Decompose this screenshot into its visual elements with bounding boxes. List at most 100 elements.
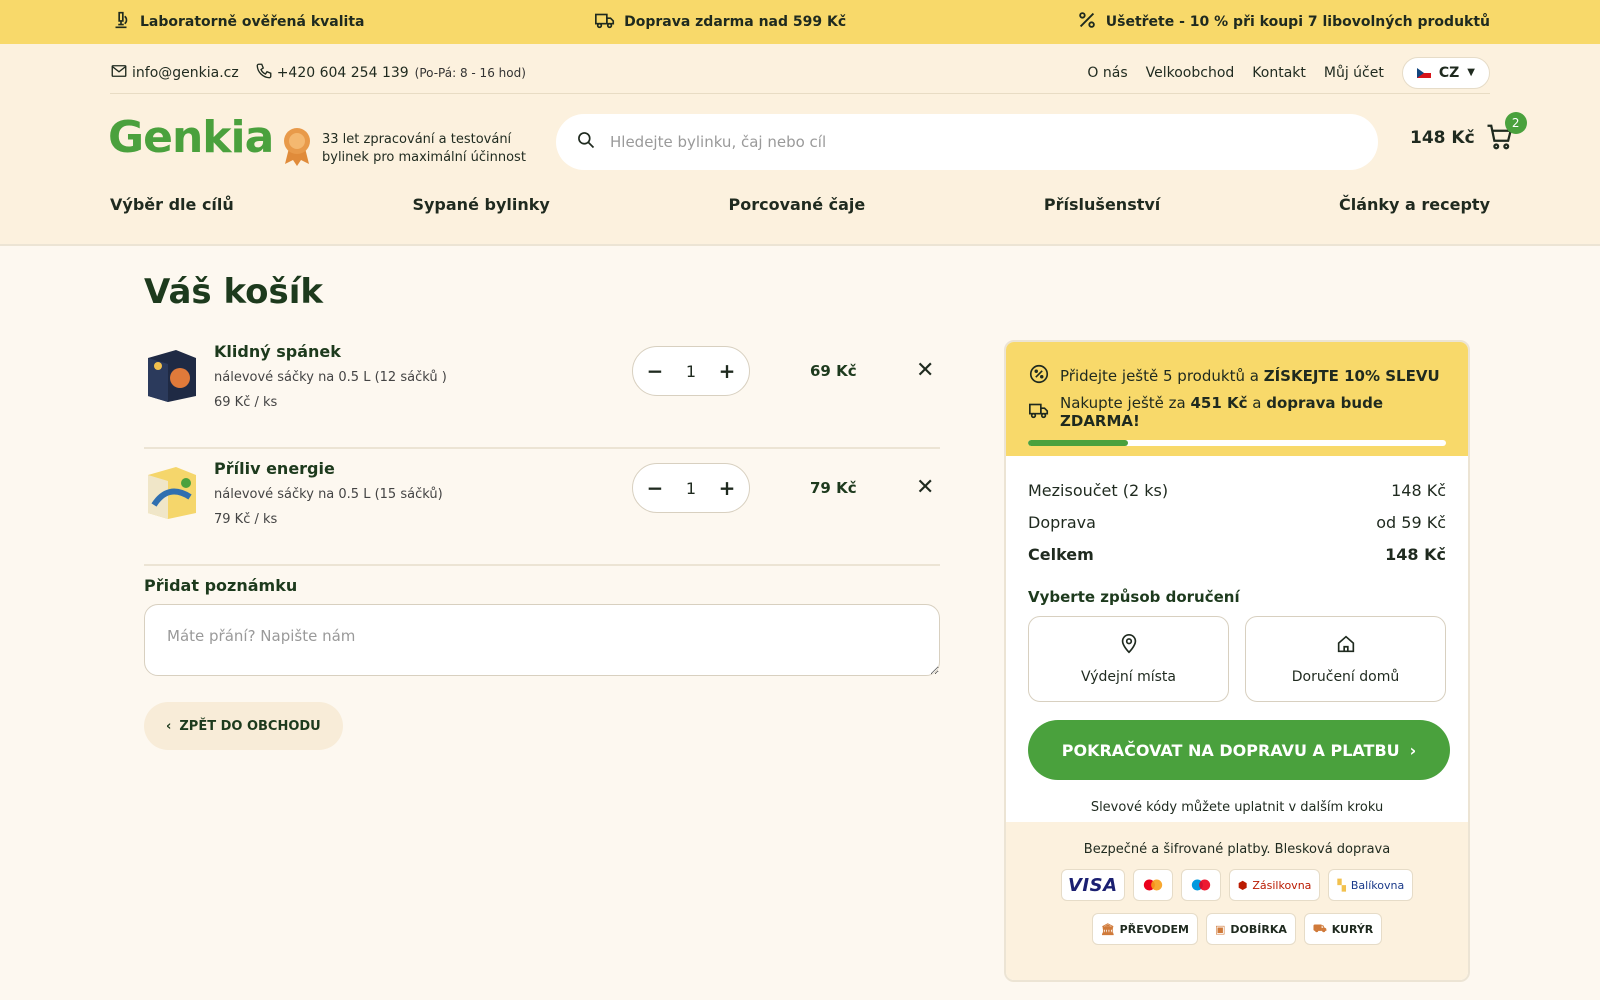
cart-icon: 2 xyxy=(1485,112,1527,154)
discount-badge-icon xyxy=(1028,363,1050,389)
microscope-icon xyxy=(110,9,132,35)
promo-quality-text: Laboratorně ověřená kvalita xyxy=(140,14,365,30)
total-label: Celkem xyxy=(1028,544,1094,564)
decrease-button[interactable]: − xyxy=(642,476,668,500)
balikovna-label: Balíkovna xyxy=(1350,878,1405,892)
payment-row-2: 🏛 PŘEVODEM ▣ DOBÍRKA ⛟ KURÝR xyxy=(1006,913,1468,945)
percent-icon xyxy=(1076,9,1098,35)
zasilkovna-icon: ⬢ xyxy=(1237,878,1248,892)
product-image[interactable] xyxy=(144,344,200,404)
site-header: info@genkia.cz +420 604 254 139 (Po-Pá: … xyxy=(0,44,1600,246)
bank-icon: 🏛 xyxy=(1100,922,1115,936)
payment-row-1: VISA ⬢ Zásilkovna ▚ Balíkovna xyxy=(1006,869,1468,901)
continue-checkout-button[interactable]: POKRAČOVAT NA DOPRAVU A PLATBU › xyxy=(1028,720,1450,780)
courier-icon: ⛟ xyxy=(1312,921,1327,935)
balikovna-icon: ▚ xyxy=(1337,878,1346,892)
link-account[interactable]: Můj účet xyxy=(1324,65,1384,81)
phone-icon xyxy=(255,62,273,84)
subtotal-label: Mezisoučet (2 ks) xyxy=(1028,480,1169,500)
box-icon: ▣ xyxy=(1214,922,1226,936)
email-text: info@genkia.cz xyxy=(132,64,239,81)
language-selector[interactable]: CZ ▼ xyxy=(1401,56,1490,89)
back-to-shop-button[interactable]: ‹ ZPĚT DO OBCHODU xyxy=(144,702,343,750)
courier-label: KURÝR xyxy=(1331,922,1374,936)
progress-fill xyxy=(1028,440,1129,446)
language-code: CZ xyxy=(1438,64,1460,81)
shipping-row: Doprava od 59 Kč xyxy=(1028,506,1446,538)
truck-icon xyxy=(1028,399,1050,425)
zasilkovna-label: Zásilkovna xyxy=(1252,878,1312,892)
cta-label: POKRAČOVAT NA DOPRAVU A PLATBU xyxy=(1061,740,1400,760)
note-label: Přidat poznámku xyxy=(144,576,298,595)
back-label: ZPĚT DO OBCHODU xyxy=(179,718,321,734)
visa-logo: VISA xyxy=(1060,869,1125,901)
decrease-button[interactable]: − xyxy=(642,359,668,383)
nav-accessories[interactable]: Příslušenství xyxy=(1044,195,1160,214)
quantity-stepper: − 1 + xyxy=(632,346,750,396)
quantity-stepper: − 1 + xyxy=(632,463,750,513)
link-wholesale[interactable]: Velkoobchod xyxy=(1146,65,1235,81)
nav-articles[interactable]: Články a recepty xyxy=(1339,195,1490,214)
shipping-value: od 59 Kč xyxy=(1376,512,1446,532)
promo-shipping-text: Doprava zdarma nad 599 Kč xyxy=(624,14,847,30)
payment-title: Bezpečné a šifrované platby. Blesková do… xyxy=(1083,842,1391,857)
close-icon[interactable]: ✕ xyxy=(916,358,934,383)
delivery-options: Výdejní místa Doručení domů xyxy=(1006,606,1468,702)
search-icon xyxy=(576,130,596,154)
close-icon[interactable]: ✕ xyxy=(916,475,934,500)
promo-quality: Laboratorně ověřená kvalita xyxy=(110,9,364,35)
promo2-mid: a xyxy=(1247,394,1267,412)
discount-note: Slevové kódy můžete uplatnit v dalším kr… xyxy=(1090,800,1384,815)
shipping-promo-line: Nakupte ještě za 451 Kč a doprava bude Z… xyxy=(1028,394,1446,430)
promo-bar: Laboratorně ověřená kvalita Doprava zdar… xyxy=(0,0,1600,44)
discount-promo-line: Přidejte ještě 5 produktů a ZÍSKEJTE 10%… xyxy=(1028,358,1446,394)
experience-badge: 33 let zpracování a testování bylinek pr… xyxy=(280,126,540,172)
product-name[interactable]: Klidný spánek xyxy=(214,342,341,361)
search-bar[interactable] xyxy=(556,114,1378,170)
link-contact[interactable]: Kontakt xyxy=(1252,65,1306,81)
page-title: Váš košík xyxy=(144,272,324,312)
total-value: 148 Kč xyxy=(1385,544,1446,564)
bank-transfer-badge: 🏛 PŘEVODEM xyxy=(1091,913,1198,945)
increase-button[interactable]: + xyxy=(714,476,740,500)
increase-button[interactable]: + xyxy=(714,359,740,383)
contact-info: info@genkia.cz +420 604 254 139 (Po-Pá: … xyxy=(110,62,526,84)
cart-item: Příliv energie nálevové sáčky na 0.5 L (… xyxy=(144,449,940,566)
cart-items: Klidný spánek nálevové sáčky na 0.5 L (1… xyxy=(144,332,940,566)
phone-link[interactable]: +420 604 254 139 (Po-Pá: 8 - 16 hod) xyxy=(255,62,526,84)
cart-count-badge: 2 xyxy=(1504,112,1527,134)
bank-transfer-label: PŘEVODEM xyxy=(1119,922,1189,936)
product-name[interactable]: Příliv energie xyxy=(214,459,335,478)
link-about[interactable]: O nás xyxy=(1087,65,1127,81)
nav-loose-herbs[interactable]: Sypané bylinky xyxy=(412,195,549,214)
zasilkovna-logo: ⬢ Zásilkovna xyxy=(1228,869,1321,901)
promo2-amount: 451 Kč xyxy=(1190,394,1248,412)
main-nav: Výběr dle cílů Sypané bylinky Porcované … xyxy=(110,184,1490,224)
note-field[interactable] xyxy=(144,604,940,676)
delivery-title: Vyberte způsob doručení xyxy=(1028,588,1240,606)
promo-progress-panel: Přidejte ještě 5 produktů a ZÍSKEJTE 10%… xyxy=(1006,342,1468,456)
email-link[interactable]: info@genkia.cz xyxy=(110,62,239,84)
promo1-text: Přidejte ještě 5 produktů a xyxy=(1060,367,1264,385)
free-shipping-progress xyxy=(1028,440,1446,446)
hours-text: (Po-Pá: 8 - 16 hod) xyxy=(414,65,526,80)
badge-text: 33 let zpracování a testování bylinek pr… xyxy=(322,132,526,165)
logo[interactable]: Genkia xyxy=(108,112,274,163)
delivery-option-pickup[interactable]: Výdejní místa xyxy=(1028,616,1229,702)
product-image[interactable] xyxy=(144,461,200,521)
total-row: Celkem 148 Kč xyxy=(1028,538,1446,570)
product-unit-price: 69 Kč / ks xyxy=(214,395,278,410)
product-desc: nálevové sáčky na 0.5 L (12 sáčků ) xyxy=(214,370,447,385)
czech-flag-icon xyxy=(1416,67,1431,78)
promo2-text: Nakupte ještě za xyxy=(1060,394,1191,412)
line-total: 79 Kč xyxy=(810,479,857,497)
quantity-value: 1 xyxy=(685,478,697,498)
search-input[interactable] xyxy=(610,133,1358,151)
nav-goals[interactable]: Výběr dle cílů xyxy=(110,195,234,214)
delivery-option-home[interactable]: Doručení domů xyxy=(1245,616,1446,702)
cart-button[interactable]: 148 Kč 2 xyxy=(1410,112,1527,154)
cash-on-delivery-badge: ▣ DOBÍRKA xyxy=(1205,913,1296,945)
award-icon xyxy=(280,126,314,172)
balikovna-logo: ▚ Balíkovna xyxy=(1328,869,1414,901)
nav-portioned-teas[interactable]: Porcované čaje xyxy=(728,195,865,214)
